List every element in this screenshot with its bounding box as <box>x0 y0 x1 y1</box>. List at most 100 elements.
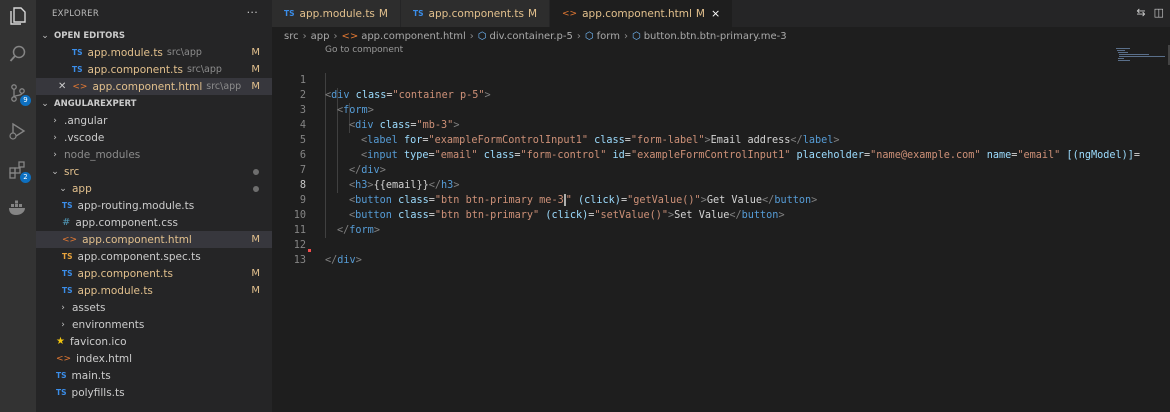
explorer-title: EXPLORER <box>52 8 100 19</box>
typescript-icon: TS <box>62 201 73 210</box>
tree-file[interactable]: <> app.component.html M <box>36 231 272 248</box>
activity-bar: 9 2 <box>0 0 36 412</box>
minimap[interactable] <box>1112 45 1170 412</box>
docker-icon[interactable] <box>8 198 28 218</box>
close-icon[interactable]: ✕ <box>58 81 66 92</box>
workspace-section[interactable]: ⌄ ANGULAREXPERT <box>36 95 272 112</box>
breadcrumb-item[interactable]: form <box>597 31 620 42</box>
code-line: 11 <box>272 208 1112 236</box>
tree-file[interactable]: ★ favicon.ico <box>36 333 272 350</box>
error-marker <box>308 249 311 252</box>
run-debug-icon[interactable] <box>8 121 28 141</box>
workspace-label: ANGULAREXPERT <box>54 98 137 109</box>
modified-badge: M <box>695 7 705 20</box>
breadcrumb-item[interactable]: app.component.html <box>361 31 466 42</box>
open-editors-label: OPEN EDITORS <box>54 30 126 41</box>
tab-app-component-ts[interactable]: TS app.component.ts M <box>400 0 551 27</box>
breadcrumb-item[interactable]: div.container.p-5 <box>489 31 572 42</box>
modified-badge: M <box>251 234 260 245</box>
files-icon[interactable] <box>8 6 28 26</box>
tree-folder[interactable]: › environments <box>36 316 272 333</box>
modified-badge: M <box>251 47 260 58</box>
breadcrumb-item[interactable]: src <box>284 31 299 42</box>
file-name: index.html <box>76 352 133 365</box>
element-icon: ⬡ <box>477 30 487 42</box>
tree-folder[interactable]: › node_modules <box>36 146 272 163</box>
tree-file[interactable]: TS app.module.ts M <box>36 282 272 299</box>
folder-name: node_modules <box>64 148 141 161</box>
chevron-right-icon: › <box>53 115 57 126</box>
code-line: 4 <label for="exampleFormControlInput1" … <box>272 103 1112 146</box>
tree-file[interactable]: TS app.component.spec.ts <box>36 248 272 265</box>
chevron-right-icon: › <box>61 302 65 313</box>
typescript-icon: TS <box>72 65 83 74</box>
editor-actions: ⇆ ◫ <box>1136 6 1164 19</box>
minimap-line <box>1118 60 1130 61</box>
file-path: src\app <box>166 47 202 58</box>
star-icon: ★ <box>56 336 65 347</box>
html-icon: <> <box>62 234 78 245</box>
tab-app-module[interactable]: TS app.module.ts M <box>272 0 401 27</box>
tree-file[interactable]: <> index.html <box>36 350 272 367</box>
file-name: favicon.ico <box>69 335 127 348</box>
folder-name: app <box>72 182 92 195</box>
typescript-icon: TS <box>412 9 424 18</box>
open-editors-section[interactable]: ⌄ OPEN EDITORS <box>36 27 272 44</box>
line-number: 13 <box>293 255 306 266</box>
open-editor-item[interactable]: ✕ <> app.component.html src\app M <box>36 78 272 95</box>
open-editor-item[interactable]: TS app.component.ts src\app M <box>36 61 272 78</box>
breadcrumb-item[interactable]: app <box>311 31 330 42</box>
code-line: 7 <h3>{{email}}</h3> <box>272 148 1112 191</box>
minimap-line <box>1118 58 1124 59</box>
file-name: app.module.ts <box>77 284 153 297</box>
chevron-right-icon: › <box>53 149 57 160</box>
code-line: 1 <div class="container p-5"> <box>272 58 1112 101</box>
breadcrumb-item[interactable]: button.btn.btn-primary.me-3 <box>644 31 787 42</box>
html-icon: <> <box>56 353 72 364</box>
file-name: app-routing.module.ts <box>77 199 195 212</box>
tree-folder[interactable]: › assets <box>36 299 272 316</box>
html-icon: <> <box>72 81 88 92</box>
minimap-line <box>1117 50 1125 51</box>
modified-badge: M <box>378 7 388 20</box>
chevron-down-icon: ⌄ <box>41 98 49 109</box>
tree-folder[interactable]: ⌄ src <box>36 163 272 180</box>
file-name: app.component.ts <box>77 267 173 280</box>
typescript-icon: TS <box>72 48 83 57</box>
open-editor-item[interactable]: TS app.module.ts src\app M <box>36 44 272 61</box>
tree-file[interactable]: TS app-routing.module.ts <box>36 197 272 214</box>
tree-folder[interactable]: › .vscode <box>36 129 272 146</box>
more-actions-icon[interactable]: ··· <box>247 6 258 19</box>
tree-file[interactable]: # app.component.css <box>36 214 272 231</box>
extensions-icon[interactable]: 2 <box>8 160 31 183</box>
tab-app-component-html[interactable]: <> app.component.html M × <box>550 0 734 27</box>
close-tab-icon[interactable]: × <box>711 7 720 20</box>
search-icon[interactable] <box>8 44 28 64</box>
tree-file[interactable]: TS app.component.ts M <box>36 265 272 282</box>
file-name: main.ts <box>71 369 111 382</box>
tree-file[interactable]: TS main.ts <box>36 367 272 384</box>
source-control-icon[interactable]: 9 <box>8 83 31 106</box>
tab-label: app.module.ts <box>299 7 375 20</box>
typescript-icon: TS <box>284 9 295 18</box>
typescript-spec-icon: TS <box>62 252 73 261</box>
file-name: app.component.css <box>75 216 178 229</box>
editor-tabs: TS app.module.ts M TS app.component.ts M… <box>272 0 1170 27</box>
file-name: polyfills.ts <box>71 386 125 399</box>
explorer-sidebar: EXPLORER ··· ⌄ OPEN EDITORS TS app.modul… <box>36 0 272 412</box>
tree-folder[interactable]: ⌄ app <box>36 180 272 197</box>
folder-name: .vscode <box>64 131 105 144</box>
chevron-right-icon: › <box>469 30 474 42</box>
file-path: src\app <box>186 64 222 75</box>
go-to-component-codelens[interactable]: Go to component <box>325 45 403 55</box>
minimap-line <box>1119 54 1149 55</box>
compare-changes-icon[interactable]: ⇆ <box>1136 6 1145 19</box>
element-icon: ⬡ <box>584 30 594 42</box>
split-editor-icon[interactable]: ◫ <box>1154 6 1164 19</box>
tree-file[interactable]: TS polyfills.ts <box>36 384 272 401</box>
file-path: src\app <box>206 81 242 92</box>
file-name: app.component.html <box>82 233 192 246</box>
code-editor[interactable]: Go to component 1 <div class="container … <box>272 45 1140 412</box>
tree-folder[interactable]: › .angular <box>36 112 272 129</box>
extensions-badge: 2 <box>20 172 31 183</box>
